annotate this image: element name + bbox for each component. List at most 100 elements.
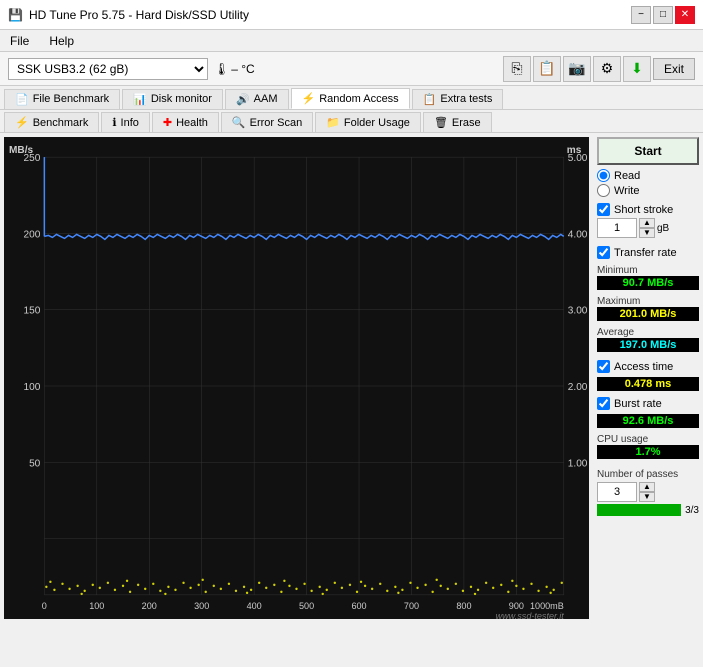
toolbar: SSK USB3.2 (62 gB) 🌡 – °C ⎘ 📋 📷 ⚙ ⬇ Exit — [0, 52, 703, 86]
tab-error-scan[interactable]: 🔍 Error Scan — [221, 112, 313, 132]
maximum-section: Maximum 201.0 MB/s — [597, 294, 699, 321]
info-icon: ℹ — [112, 116, 116, 129]
passes-spinbox-btns: ▲ ▼ — [639, 482, 655, 502]
access-time-checkbox-label[interactable]: Access time — [597, 360, 699, 373]
temperature-display: 🌡 – °C — [214, 62, 255, 76]
benchmark-icon: ⚡ — [15, 116, 29, 129]
svg-text:200: 200 — [142, 601, 157, 611]
passes-spinbox-row: ▲ ▼ — [597, 482, 699, 502]
svg-text:MB/s: MB/s — [9, 145, 33, 156]
tabs-row-1: 📄 File Benchmark 📊 Disk monitor 🔊 AAM ⚡ … — [0, 86, 703, 110]
error-scan-icon: 🔍 — [232, 116, 246, 129]
tab-random-access[interactable]: ⚡ Random Access — [291, 88, 410, 109]
menu-file[interactable]: File — [4, 32, 35, 50]
svg-text:1.00: 1.00 — [568, 458, 588, 469]
drive-select[interactable]: SSK USB3.2 (62 gB) — [8, 58, 208, 80]
average-label: Average — [597, 327, 699, 338]
passes-up-btn[interactable]: ▲ — [639, 482, 655, 492]
exit-button[interactable]: Exit — [653, 58, 695, 80]
aam-icon: 🔊 — [236, 93, 250, 106]
short-stroke-checkbox-label[interactable]: Short stroke — [597, 203, 699, 216]
svg-text:900: 900 — [509, 601, 524, 611]
cpu-usage-section: CPU usage 1.7% — [597, 432, 699, 459]
menu-bar: File Help — [0, 30, 703, 52]
svg-text:800: 800 — [456, 601, 471, 611]
spinbox-up-btn[interactable]: ▲ — [639, 218, 655, 228]
svg-text:1000mB: 1000mB — [530, 601, 564, 611]
minimum-value: 90.7 MB/s — [597, 276, 699, 290]
tab-info[interactable]: ℹ Info — [101, 112, 150, 132]
thermometer-icon: 🌡 — [214, 62, 229, 76]
write-radio-label[interactable]: Write — [597, 184, 699, 197]
svg-text:100: 100 — [89, 601, 104, 611]
transfer-rate-checkbox-label[interactable]: Transfer rate — [597, 246, 699, 259]
maximum-label: Maximum — [597, 296, 699, 307]
svg-text:2.00: 2.00 — [568, 382, 588, 393]
access-time-section: 0.478 ms — [597, 377, 699, 391]
transfer-rate-checkbox[interactable] — [597, 246, 610, 259]
access-time-value: 0.478 ms — [597, 377, 699, 391]
info-icon-btn[interactable]: 📋 — [533, 56, 561, 82]
svg-text:700: 700 — [404, 601, 419, 611]
tab-file-benchmark[interactable]: 📄 File Benchmark — [4, 89, 120, 109]
svg-text:www.ssd-tester.it: www.ssd-tester.it — [496, 611, 565, 619]
window-controls: − □ ✕ — [631, 6, 695, 24]
spinbox-down-btn[interactable]: ▼ — [639, 228, 655, 238]
chart-area: 250 200 150 100 50 5.00 4.00 3.00 2.00 1… — [4, 137, 589, 619]
passes-section: Number of passes ▲ ▼ 3/3 — [597, 467, 699, 516]
svg-text:3.00: 3.00 — [568, 306, 588, 317]
folder-usage-icon: 📁 — [326, 116, 340, 129]
tab-aam[interactable]: 🔊 AAM — [225, 89, 289, 109]
minimize-button[interactable]: − — [631, 6, 651, 24]
minimum-section: Minimum 90.7 MB/s — [597, 263, 699, 290]
access-time-checkbox[interactable] — [597, 360, 610, 373]
tab-benchmark[interactable]: ⚡ Benchmark — [4, 112, 99, 132]
minimum-label: Minimum — [597, 265, 699, 276]
passes-progress-label: 3/3 — [685, 505, 699, 516]
cpu-usage-label: CPU usage — [597, 434, 699, 445]
tab-disk-monitor[interactable]: 📊 Disk monitor — [122, 89, 223, 109]
svg-text:ms: ms — [567, 145, 582, 156]
settings-icon-btn[interactable]: ⚙ — [593, 56, 621, 82]
toolbar-icons: ⎘ 📋 📷 ⚙ ⬇ Exit — [503, 56, 695, 82]
read-write-group: Read Write — [597, 169, 699, 197]
erase-icon: 🗑 — [434, 116, 448, 129]
short-stroke-spinbox[interactable] — [597, 218, 637, 238]
svg-text:4.00: 4.00 — [568, 229, 588, 240]
close-button[interactable]: ✕ — [675, 6, 695, 24]
burst-rate-checkbox[interactable] — [597, 397, 610, 410]
read-radio[interactable] — [597, 169, 610, 182]
start-button[interactable]: Start — [597, 137, 699, 165]
passes-progress-bar — [597, 504, 681, 516]
health-icon: ✚ — [163, 116, 172, 129]
tabs-row-2: ⚡ Benchmark ℹ Info ✚ Health 🔍 Error Scan… — [0, 110, 703, 133]
tab-folder-usage[interactable]: 📁 Folder Usage — [315, 112, 421, 132]
svg-text:300: 300 — [194, 601, 209, 611]
tab-erase[interactable]: 🗑 Erase — [423, 112, 492, 132]
maximize-button[interactable]: □ — [653, 6, 673, 24]
passes-down-btn[interactable]: ▼ — [639, 492, 655, 502]
average-value: 197.0 MB/s — [597, 338, 699, 352]
tab-extra-tests[interactable]: 📋 Extra tests — [412, 89, 504, 109]
burst-rate-value: 92.6 MB/s — [597, 414, 699, 428]
svg-text:200: 200 — [24, 229, 41, 240]
short-stroke-checkbox[interactable] — [597, 203, 610, 216]
svg-text:150: 150 — [24, 306, 41, 317]
file-benchmark-icon: 📄 — [15, 93, 29, 106]
menu-help[interactable]: Help — [43, 32, 80, 50]
camera-icon-btn[interactable]: 📷 — [563, 56, 591, 82]
extra-tests-icon: 📋 — [423, 93, 437, 106]
burst-rate-checkbox-label[interactable]: Burst rate — [597, 397, 699, 410]
svg-text:100: 100 — [24, 382, 41, 393]
read-radio-label[interactable]: Read — [597, 169, 699, 182]
copy-icon-btn[interactable]: ⎘ — [503, 56, 531, 82]
tab-health[interactable]: ✚ Health — [152, 112, 219, 132]
download-icon-btn[interactable]: ⬇ — [623, 56, 651, 82]
svg-text:500: 500 — [299, 601, 314, 611]
short-stroke-spinbox-btns: ▲ ▼ — [639, 218, 655, 238]
passes-spinbox[interactable] — [597, 482, 637, 502]
write-radio[interactable] — [597, 184, 610, 197]
cpu-usage-value: 1.7% — [597, 445, 699, 459]
maximum-value: 201.0 MB/s — [597, 307, 699, 321]
right-panel: Start Read Write Short stroke ▲ ▼ — [593, 133, 703, 623]
